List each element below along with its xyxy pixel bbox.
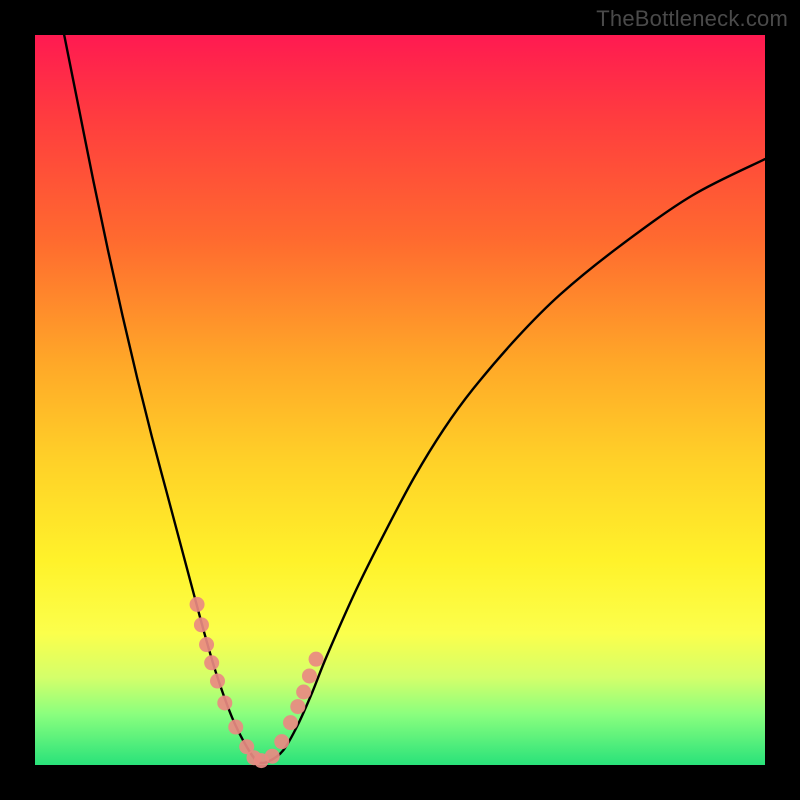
bottleneck-curve	[64, 35, 765, 763]
chart-svg	[35, 35, 765, 765]
marker-group	[190, 597, 324, 768]
watermark-text: TheBottleneck.com	[596, 6, 788, 32]
outer-frame: TheBottleneck.com	[0, 0, 800, 800]
marker-dot	[217, 695, 232, 710]
marker-dot	[274, 734, 289, 749]
marker-dot	[210, 674, 225, 689]
marker-dot	[290, 699, 305, 714]
marker-dot	[296, 685, 311, 700]
marker-dot	[194, 617, 209, 632]
marker-dot	[199, 637, 214, 652]
marker-dot	[204, 655, 219, 670]
marker-dot	[265, 749, 280, 764]
marker-dot	[309, 652, 324, 667]
marker-dot	[302, 668, 317, 683]
marker-dot	[190, 597, 205, 612]
marker-dot	[283, 715, 298, 730]
plot-area	[35, 35, 765, 765]
marker-dot	[228, 720, 243, 735]
